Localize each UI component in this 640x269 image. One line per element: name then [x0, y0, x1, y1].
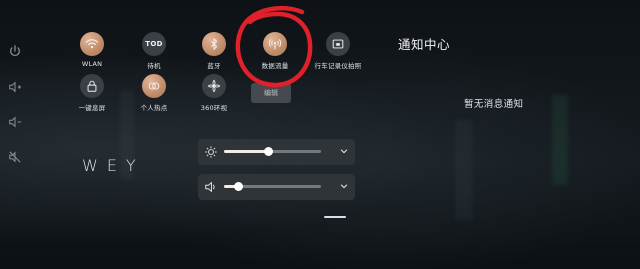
lock-icon	[87, 80, 97, 92]
control-center-screen: WLAN TOD 待机 蓝牙 数据流量 行车记录仪拍照 一键息屏 个人热点 36…	[0, 0, 640, 269]
notification-empty-text: 暂无消息通知	[464, 99, 524, 110]
surround-view-icon	[207, 79, 221, 93]
volume-down-icon	[9, 116, 22, 128]
brightness-thumb[interactable]	[263, 147, 273, 156]
signal-icon	[268, 39, 282, 50]
brightness-fill	[224, 150, 268, 153]
wey-logo: WEY	[82, 156, 145, 175]
wlan-toggle[interactable]: WLAN	[62, 32, 122, 78]
tod-icon: TOD	[145, 40, 163, 48]
wlan-label: WLAN	[81, 60, 103, 68]
mobile-data-toggle[interactable]: 数据流量	[245, 32, 305, 78]
volume-up-icon	[9, 81, 22, 93]
wifi-icon	[85, 39, 99, 49]
camera-icon	[332, 39, 344, 49]
mute-icon	[9, 151, 21, 163]
standby-toggle[interactable]: TOD 待机	[124, 32, 184, 78]
brightness-slider[interactable]	[198, 139, 355, 165]
standby-label: 待机	[147, 62, 161, 70]
volume-thumb[interactable]	[233, 182, 243, 191]
mute-button[interactable]	[6, 148, 24, 166]
background-blur	[455, 120, 473, 220]
hotspot-icon	[148, 82, 160, 90]
bluetooth-toggle-circle	[202, 32, 226, 56]
volume-down-button[interactable]	[6, 113, 24, 131]
bluetooth-toggle[interactable]: 蓝牙	[184, 32, 244, 78]
panel-drag-handle[interactable]	[324, 216, 346, 218]
bluetooth-icon	[211, 38, 218, 50]
standby-toggle-circle: TOD	[142, 32, 166, 56]
bluetooth-label: 蓝牙	[207, 62, 221, 70]
background-blur	[552, 95, 568, 185]
surround-view-toggle[interactable]: 360环视	[184, 74, 244, 120]
surround-view-label: 360环视	[200, 104, 228, 112]
wlan-toggle-circle	[80, 32, 104, 56]
hotspot-label: 个人热点	[140, 104, 168, 112]
screen-off-toggle[interactable]: 一键息屏	[62, 74, 122, 120]
hotspot-toggle[interactable]: 个人热点	[124, 74, 184, 120]
volume-up-button[interactable]	[6, 78, 24, 96]
mobile-data-label: 数据流量	[261, 62, 289, 70]
hotspot-toggle-circle	[142, 74, 166, 98]
screen-off-label: 一键息屏	[78, 104, 106, 112]
edit-button[interactable]: 编辑	[251, 83, 291, 103]
speaker-icon	[205, 181, 215, 193]
power-button[interactable]	[6, 42, 24, 60]
power-icon	[10, 45, 20, 57]
screen-off-toggle-circle	[80, 74, 104, 98]
brightness-track[interactable]	[224, 147, 321, 156]
mobile-data-toggle-circle	[263, 32, 287, 56]
surround-view-toggle-circle	[202, 74, 226, 98]
dashcam-toggle-circle	[326, 32, 350, 56]
volume-slider[interactable]	[198, 174, 355, 200]
notification-center-title: 通知中心	[398, 37, 451, 52]
dashcam-photo-toggle[interactable]: 行车记录仪拍照	[308, 32, 368, 78]
dashcam-label: 行车记录仪拍照	[314, 62, 362, 70]
chevron-down-icon[interactable]	[339, 181, 349, 191]
chevron-down-icon[interactable]	[339, 146, 349, 156]
sun-icon	[205, 146, 217, 158]
volume-track[interactable]	[224, 182, 321, 191]
